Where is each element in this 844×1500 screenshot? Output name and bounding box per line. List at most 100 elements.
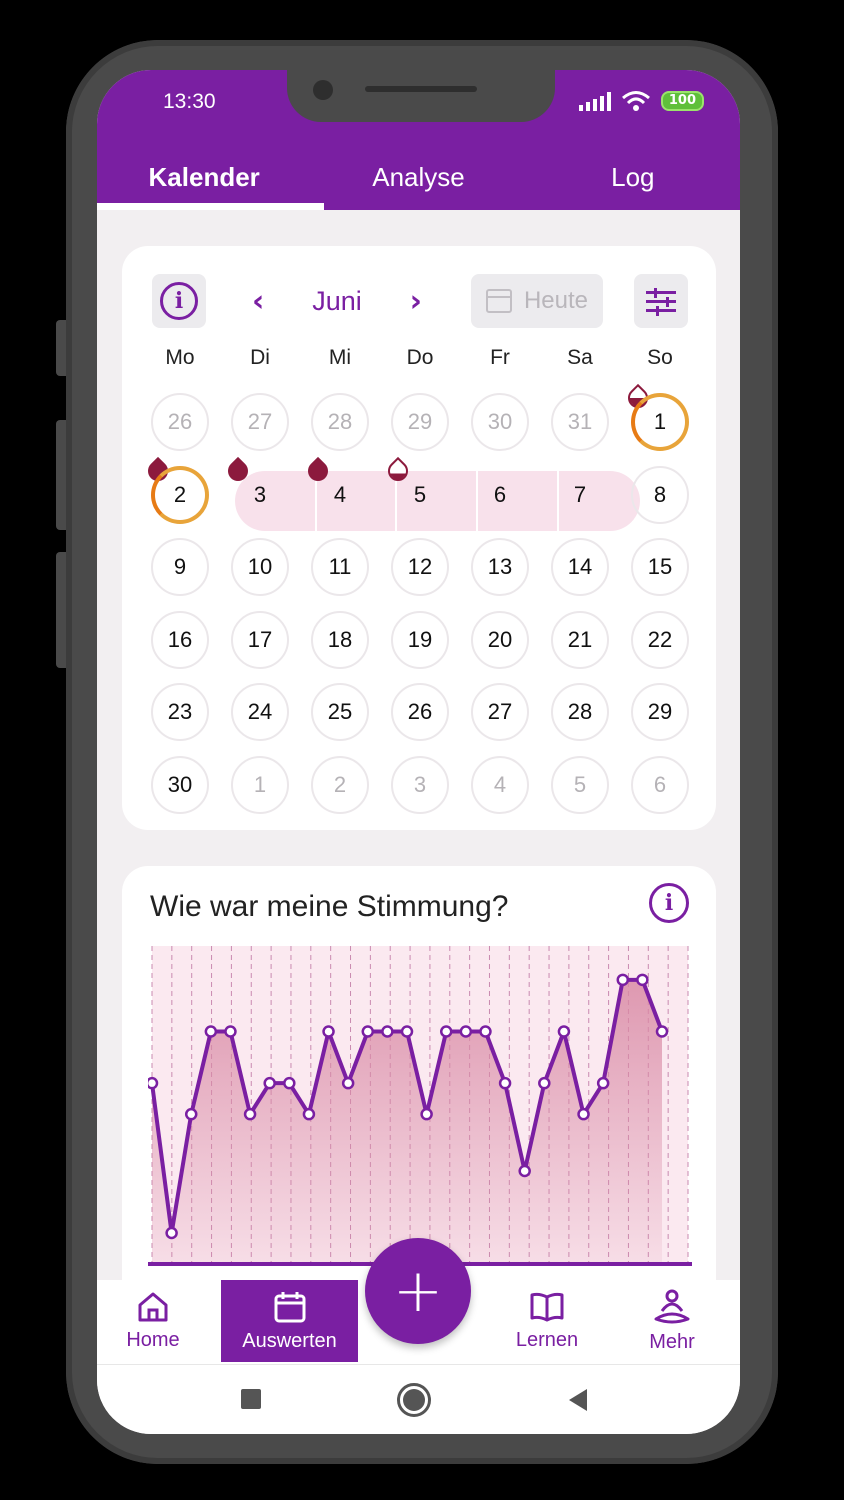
calendar-day[interactable]: 5 — [391, 466, 449, 524]
calendar-day[interactable]: 29 — [631, 683, 689, 742]
nav-mehr[interactable]: Mehr — [617, 1280, 727, 1362]
calendar-day[interactable]: 11 — [311, 538, 369, 597]
calendar-day[interactable]: 3 — [391, 755, 449, 814]
calendar-day[interactable]: 26 — [391, 683, 449, 742]
back-button[interactable] — [569, 1389, 587, 1411]
calendar-day[interactable]: 16 — [151, 610, 209, 669]
calendar-day[interactable]: 14 — [551, 538, 609, 597]
calendar-cell: 15 — [620, 531, 700, 604]
tab-kalender[interactable]: Kalender — [97, 150, 311, 210]
calendar-day[interactable]: 12 — [391, 538, 449, 597]
status-time: 13:30 — [163, 90, 216, 113]
today-button[interactable]: Heute — [471, 274, 603, 328]
mood-point — [518, 1164, 531, 1178]
calendar-day[interactable]: 24 — [231, 683, 289, 742]
recent-apps-button[interactable] — [241, 1389, 261, 1409]
calendar-cell: 27 — [460, 676, 540, 749]
calendar-day[interactable]: 10 — [231, 538, 289, 597]
nav-lernen-label: Lernen — [515, 1328, 579, 1351]
active-tab-indicator — [97, 203, 324, 210]
calendar-cell: 2 — [300, 749, 380, 822]
mood-point — [439, 1025, 453, 1038]
calendar-day[interactable]: 28 — [551, 683, 609, 742]
calendar-day[interactable]: 30 — [471, 393, 529, 452]
top-tabs: Kalender Analyse Log — [97, 150, 740, 210]
system-navigation-bar — [97, 1364, 740, 1434]
calendar-day[interactable]: 23 — [151, 683, 209, 742]
calendar-cell: 2 — [140, 456, 220, 532]
home-icon — [138, 1292, 168, 1321]
tab-log[interactable]: Log — [526, 150, 740, 210]
mood-title: Wie war meine Stimmung? — [150, 890, 509, 923]
mood-point — [361, 1025, 375, 1038]
add-entry-button[interactable]: + — [365, 1238, 471, 1344]
weekday-label: So — [647, 346, 673, 369]
calendar-day[interactable]: 21 — [551, 610, 609, 669]
calendar-day[interactable]: 6 — [631, 755, 689, 814]
calendar-cell: 27 — [220, 386, 300, 459]
calendar-day[interactable]: 27 — [471, 683, 529, 742]
calendar-day[interactable]: 18 — [311, 610, 369, 669]
calendar-day[interactable]: 17 — [231, 610, 289, 669]
filter-settings-button[interactable] — [634, 274, 688, 328]
weekday-label: Sa — [567, 346, 593, 369]
calendar-day[interactable]: 4 — [471, 755, 529, 814]
calendar-day[interactable]: 6 — [471, 466, 529, 524]
calendar-cell: 5 — [540, 749, 620, 822]
calendar-cell: 6 — [460, 459, 540, 532]
calendar-day[interactable]: 2 — [311, 755, 369, 814]
calendar-cell: 24 — [220, 676, 300, 749]
calendar-cell: 20 — [460, 604, 540, 677]
calendar-day[interactable]: 5 — [551, 755, 609, 814]
nav-lernen[interactable]: Lernen — [492, 1280, 602, 1362]
calendar-day[interactable]: 22 — [631, 610, 689, 669]
weekday-label: Di — [250, 346, 270, 369]
calendar-day[interactable]: 3 — [231, 466, 289, 524]
calendar-day[interactable]: 29 — [391, 393, 449, 452]
mood-point — [655, 1025, 669, 1038]
calendar-day[interactable]: 26 — [151, 393, 209, 452]
calendar-cell: 18 — [300, 604, 380, 677]
calendar-day[interactable]: 1 — [231, 755, 289, 814]
tab-analyse[interactable]: Analyse — [311, 150, 525, 210]
nav-home[interactable]: Home — [97, 1280, 209, 1362]
calendar-cell: 16 — [140, 604, 220, 677]
calendar-day[interactable]: 2 — [151, 465, 209, 524]
mood-point — [557, 1025, 571, 1038]
calendar-day[interactable]: 30 — [151, 755, 209, 814]
calendar-week-row: 23 24 25 26 27 28 29 — [140, 676, 700, 749]
calendar-cell: 7 — [540, 459, 620, 532]
calendar-day[interactable]: 27 — [231, 393, 289, 452]
next-month-chevron-icon[interactable]: › — [410, 284, 422, 319]
calendar-cell: 3 — [380, 749, 460, 822]
calendar-cell: 3 — [220, 456, 300, 532]
mood-point — [148, 1076, 159, 1090]
sliders-icon — [646, 288, 676, 316]
prev-month-chevron-icon[interactable]: ‹ — [252, 284, 264, 319]
calendar-icon — [274, 1291, 305, 1322]
calendar-day[interactable]: 4 — [311, 466, 369, 524]
calendar-day[interactable]: 1 — [631, 393, 689, 452]
calendar-day[interactable]: 15 — [631, 538, 689, 597]
meditation-icon — [654, 1289, 690, 1323]
calendar-day[interactable]: 8 — [631, 465, 689, 524]
calendar-day[interactable]: 19 — [391, 610, 449, 669]
month-label: Juni — [312, 285, 362, 316]
home-system-button[interactable] — [397, 1383, 431, 1417]
month-navigator: ‹ Juni › — [252, 274, 422, 328]
calendar-day[interactable]: 20 — [471, 610, 529, 669]
calendar-day[interactable]: 7 — [551, 466, 609, 524]
calendar-info-button[interactable]: i — [152, 274, 206, 328]
calendar-day[interactable]: 31 — [551, 393, 609, 452]
calendar-cell: 25 — [300, 676, 380, 749]
calendar-day[interactable]: 25 — [311, 683, 369, 742]
mood-info-button[interactable]: i — [649, 883, 689, 923]
calendar-week-row: 16 17 18 19 20 21 22 — [140, 604, 700, 677]
calendar-day[interactable]: 9 — [151, 538, 209, 597]
mood-point — [243, 1107, 257, 1121]
nav-auswerten[interactable]: Auswerten — [221, 1280, 358, 1362]
mood-point — [636, 973, 649, 987]
calendar-day[interactable]: 28 — [311, 393, 369, 452]
calendar-day[interactable]: 13 — [471, 538, 529, 597]
mood-point — [322, 1025, 335, 1038]
